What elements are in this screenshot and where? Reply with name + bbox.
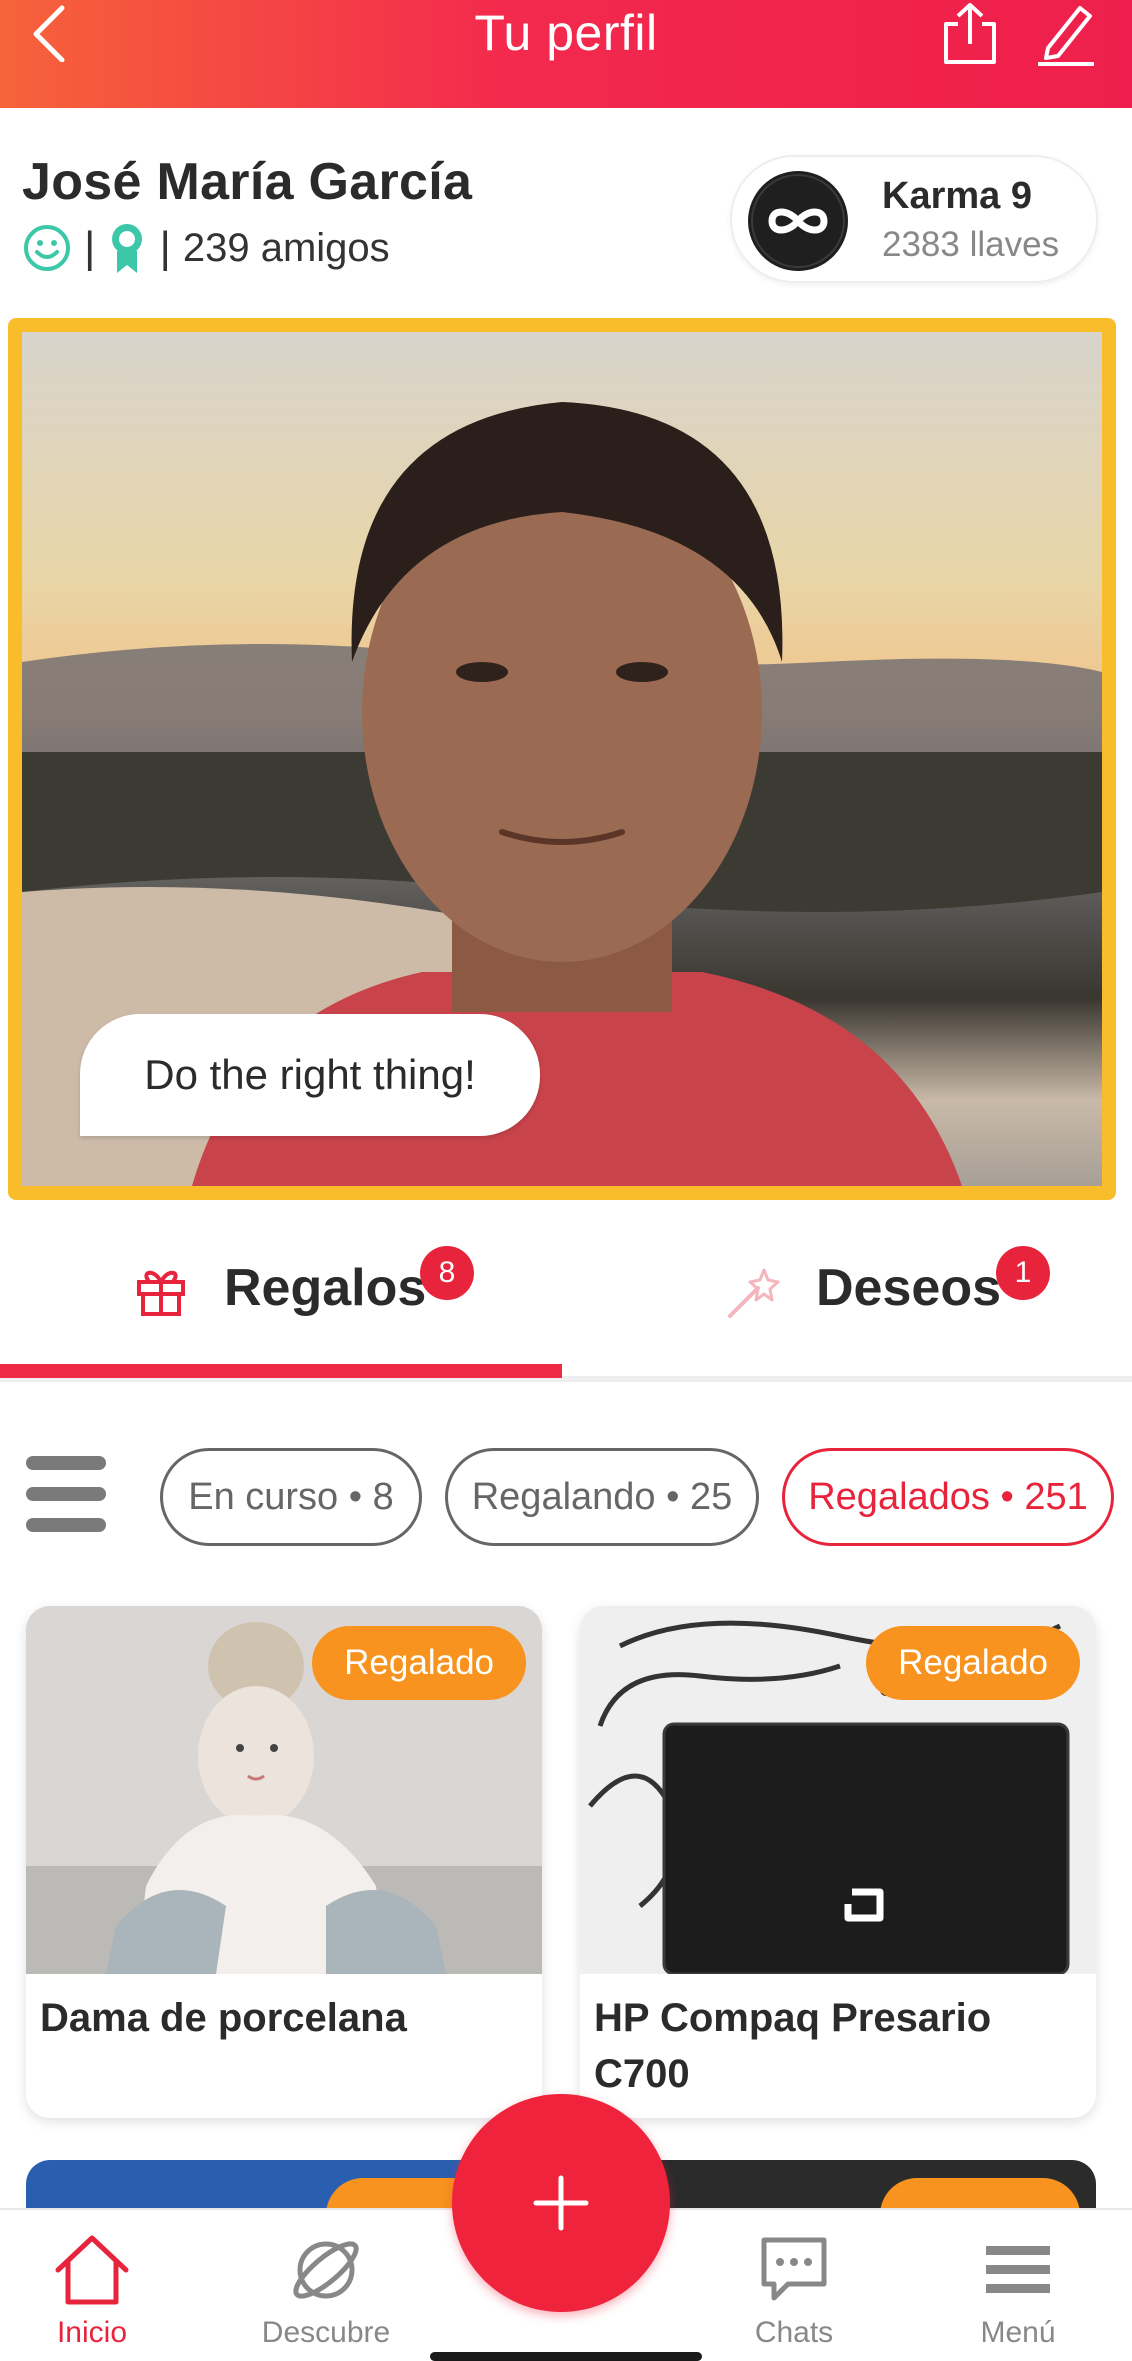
app-header: Tu perfil (0, 0, 1132, 108)
gift-icon (137, 1270, 185, 1316)
filter-chip-regalados[interactable]: Regalados • 251 (782, 1448, 1114, 1546)
status-badge: Regalado (312, 1626, 526, 1700)
filter-menu-icon[interactable] (26, 1454, 106, 1534)
item-card[interactable]: Regalado Dama de porcelana (26, 1606, 542, 2118)
item-title: Dama de porcelana (40, 1996, 407, 2040)
profile-meta: | | 239 amigos (22, 220, 390, 276)
tab-regalos[interactable]: Regalos 8 (0, 1210, 566, 1362)
item-title: HP Compaq Presario C700 (594, 1996, 992, 2096)
tab-label: Regalos (224, 1259, 427, 1317)
tab-deseos[interactable]: Deseos 1 (566, 1210, 1132, 1362)
tab-badge: 8 (420, 1246, 474, 1300)
filter-chip-en-curso[interactable]: En curso • 8 (160, 1448, 422, 1546)
plus-icon (533, 2175, 589, 2231)
home-indicator (430, 2352, 702, 2361)
home-icon (55, 2235, 129, 2305)
nav-descubre[interactable]: Descubre (246, 2210, 406, 2361)
nav-menu[interactable]: Menú (938, 2210, 1098, 2361)
separator: | (159, 223, 171, 272)
nav-label: Menú (980, 2316, 1056, 2349)
karma-title: Karma 9 (882, 175, 1032, 217)
nav-label: Inicio (56, 2316, 128, 2349)
tab-label: Deseos (816, 1259, 1001, 1317)
nav-label: Chats (754, 2316, 834, 2349)
friends-count[interactable]: 239 amigos (183, 226, 390, 271)
nav-label: Descubre (261, 2316, 391, 2349)
filter-chip-regalando[interactable]: Regalando • 25 (445, 1448, 759, 1546)
nav-inicio[interactable]: Inicio (12, 2210, 172, 2361)
chat-icon (761, 2237, 827, 2301)
separator: | (84, 223, 96, 272)
karma-logo-icon (748, 171, 848, 271)
menu-icon (986, 2246, 1050, 2293)
tab-active-indicator (0, 1364, 562, 1378)
status-badge: Regalado (866, 1626, 1080, 1700)
planet-icon (293, 2241, 359, 2299)
award-badge-icon (112, 224, 143, 273)
magic-wand-icon (728, 1268, 780, 1318)
nav-chats[interactable]: Chats (714, 2210, 874, 2361)
add-button[interactable] (452, 2094, 670, 2312)
pencil-icon[interactable] (1034, 2, 1098, 66)
smiley-icon (24, 225, 70, 271)
karma-card[interactable]: Karma 9 2383 llaves (730, 155, 1098, 283)
tab-badge: 1 (996, 1246, 1050, 1300)
item-card[interactable]: Regalado HP Compaq Presario C700 (580, 1606, 1096, 2118)
profile-name: José María García (22, 153, 473, 211)
motto-bubble: Do the right thing! (80, 1014, 540, 1136)
keys-count: 2383 llaves (882, 225, 1060, 264)
tab-bar: Regalos 8 Deseos 1 (0, 1210, 1132, 1380)
share-icon[interactable] (940, 2, 1000, 66)
